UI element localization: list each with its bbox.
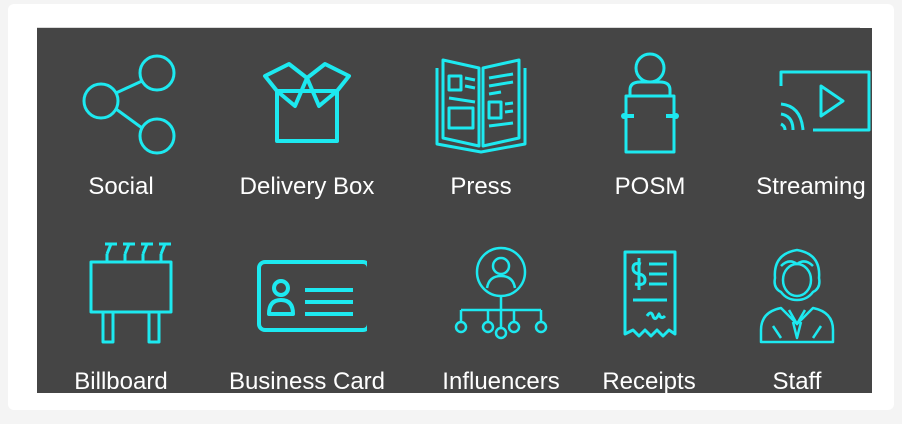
staff-icon <box>759 248 835 344</box>
tile-label: Billboard <box>74 368 168 395</box>
icon-grid-panel: Social Delivery Box Press POSM Streaming… <box>37 28 872 396</box>
tile-billboard[interactable]: Billboard <box>41 238 201 396</box>
posm-icon <box>621 52 679 154</box>
tile-label: Delivery Box <box>239 173 375 200</box>
tile-label: Streaming <box>756 173 866 200</box>
tile-receipts[interactable]: Receipts <box>569 238 729 396</box>
tile-business-card[interactable]: Business Card <box>227 238 387 396</box>
tile-label: Social <box>88 173 154 200</box>
receipt-icon <box>623 250 677 338</box>
share-icon <box>82 54 176 155</box>
tile-staff[interactable]: Staff <box>717 238 877 396</box>
streaming-icon <box>779 70 871 132</box>
tile-delivery-box[interactable]: Delivery Box <box>227 46 387 201</box>
box-icon <box>263 62 351 143</box>
tile-label: POSM <box>614 173 686 200</box>
tile-label: Staff <box>772 368 822 395</box>
billboard-icon <box>89 242 173 344</box>
tile-influencers[interactable]: Influencers <box>421 238 581 396</box>
tile-label: Receipts <box>602 368 696 395</box>
tile-label: Business Card <box>228 368 386 395</box>
tile-streaming[interactable]: Streaming <box>731 46 891 201</box>
tile-social[interactable]: Social <box>41 46 201 201</box>
tile-press[interactable]: Press <box>401 46 561 201</box>
business-card-icon <box>257 260 367 332</box>
newspaper-icon <box>435 58 527 154</box>
influencer-network-icon <box>454 246 548 340</box>
tile-label: Influencers <box>442 368 560 395</box>
tile-posm[interactable]: POSM <box>570 46 730 201</box>
tile-label: Press <box>450 173 512 200</box>
